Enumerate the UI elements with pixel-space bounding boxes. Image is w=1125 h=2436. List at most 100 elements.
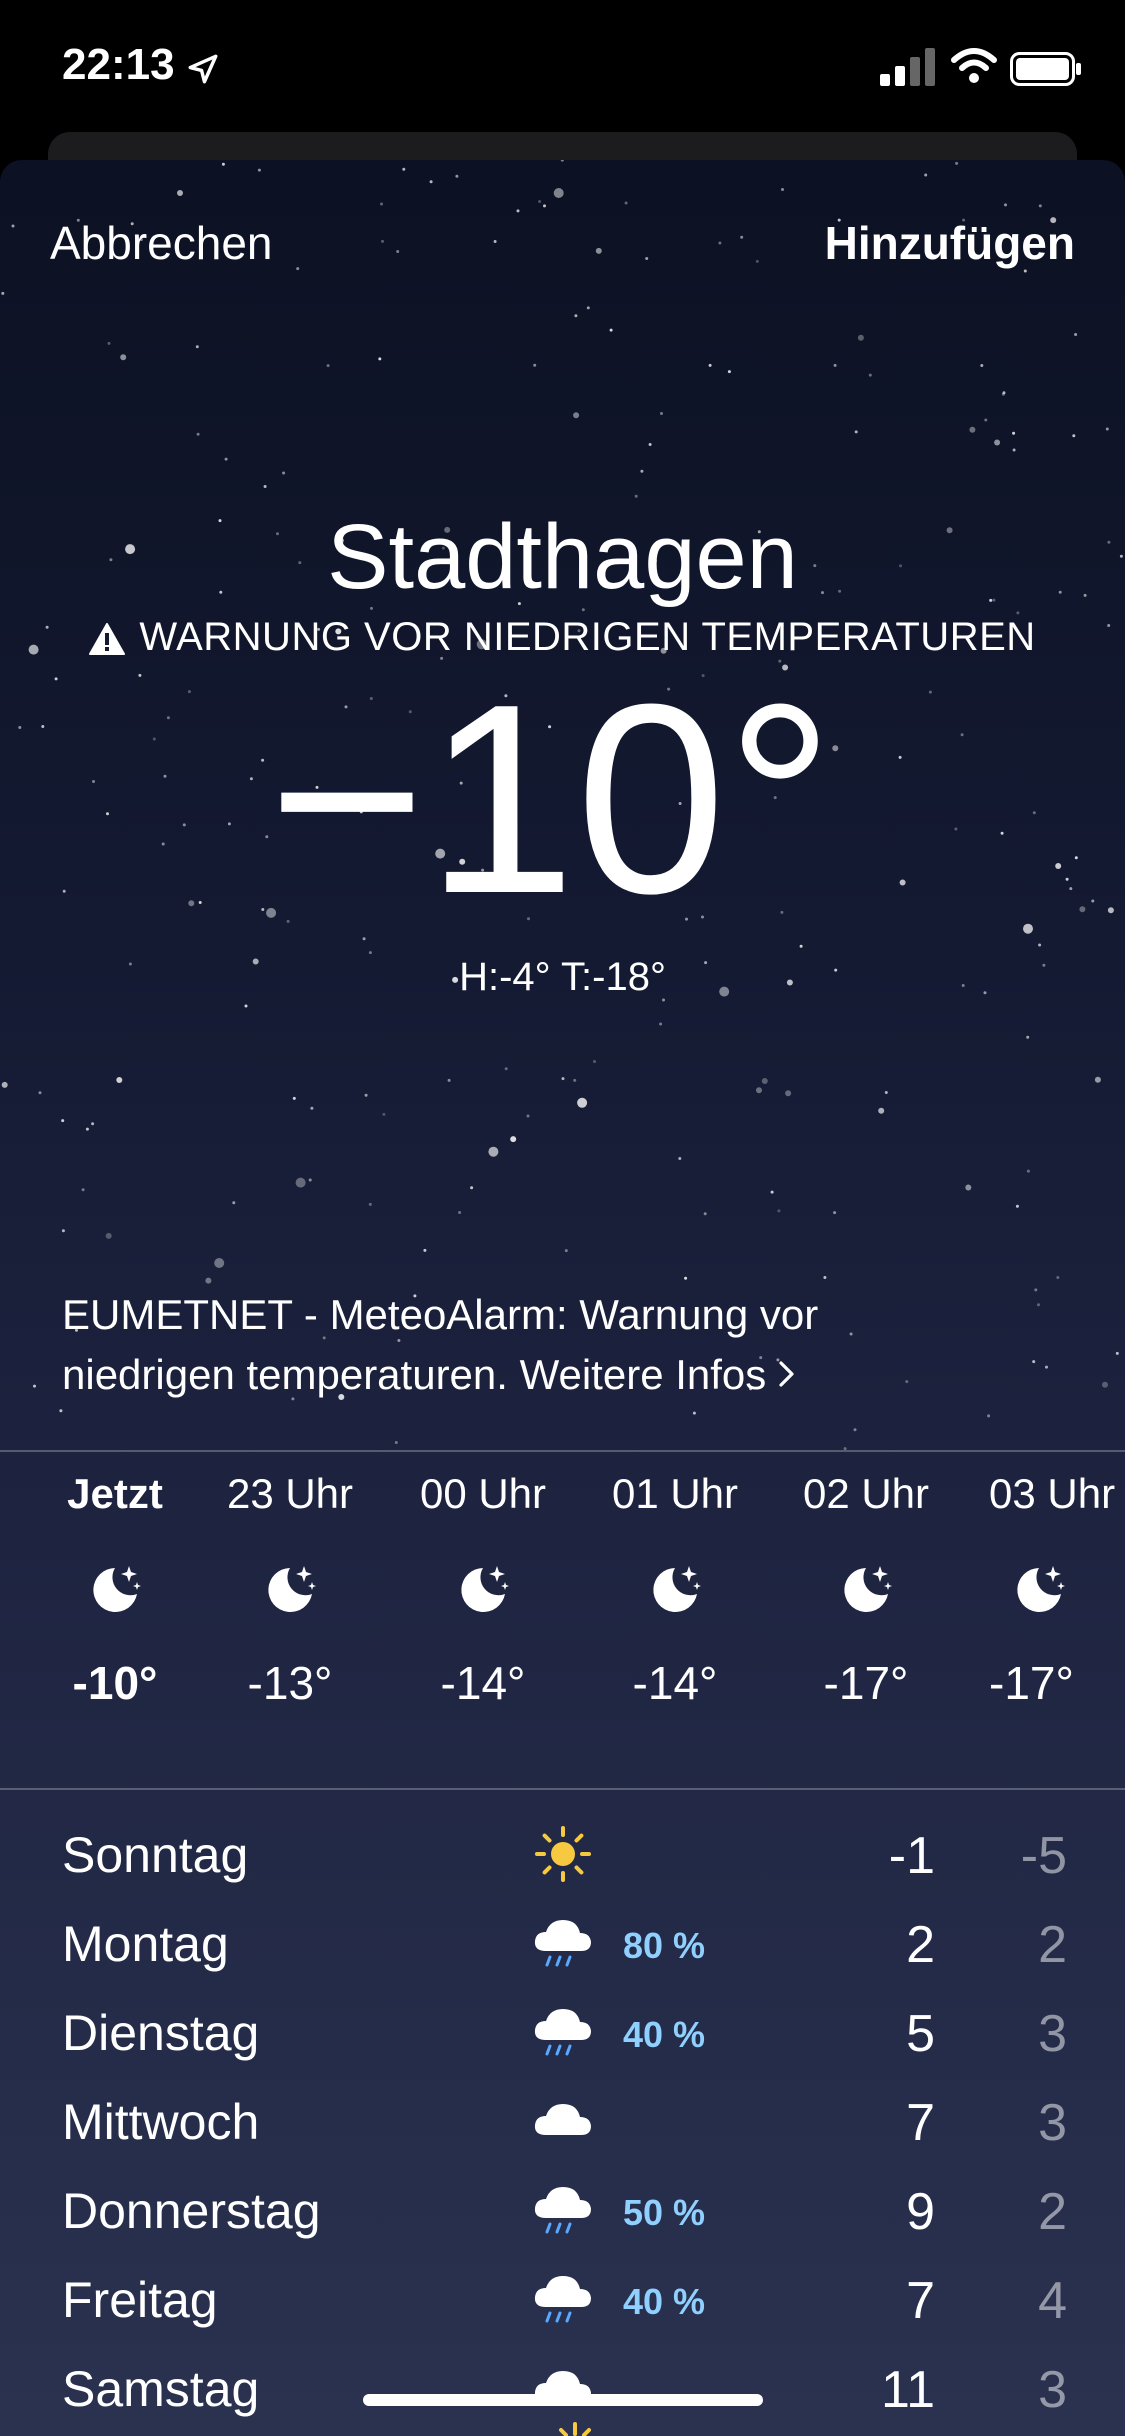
star <box>85 1127 89 1131</box>
star <box>196 432 200 436</box>
star <box>11 224 15 228</box>
star <box>81 1188 85 1192</box>
star <box>423 1248 427 1252</box>
star <box>678 1157 682 1160</box>
star <box>640 469 644 473</box>
star <box>924 173 928 177</box>
star <box>708 363 712 367</box>
hour-item: Jetzt -10° <box>20 1470 210 1710</box>
star <box>195 345 199 349</box>
add-button[interactable]: Hinzufügen <box>825 216 1075 270</box>
star <box>61 1119 65 1123</box>
star <box>61 1229 65 1233</box>
star <box>561 1077 565 1081</box>
moon-stars-icon <box>268 1566 316 1612</box>
star <box>878 1107 885 1114</box>
star <box>624 201 628 205</box>
low-temp: 3 <box>1038 2005 1067 2063</box>
star <box>577 1097 588 1108</box>
star <box>954 827 958 831</box>
star <box>1032 811 1036 815</box>
star <box>1079 906 1086 913</box>
cancel-button[interactable]: Abbrechen <box>50 216 273 270</box>
star <box>692 1411 696 1415</box>
star <box>755 259 759 263</box>
hour-temp: -17° <box>989 1657 1074 1709</box>
home-indicator[interactable] <box>363 2394 763 2406</box>
star <box>458 1211 462 1214</box>
star <box>1105 427 1109 431</box>
star <box>984 418 988 422</box>
star <box>1000 831 1004 835</box>
day-name: Samstag <box>62 2361 260 2417</box>
star <box>292 1096 296 1100</box>
star <box>853 1428 857 1432</box>
divider <box>0 1450 1125 1452</box>
star <box>770 1190 774 1194</box>
hour-item: 23 Uhr -13° <box>195 1470 385 1710</box>
low-temp: 2 <box>1038 2183 1067 2241</box>
star <box>263 485 267 488</box>
star <box>1091 899 1095 903</box>
low-temp: 3 <box>1038 2361 1067 2419</box>
star <box>718 241 722 245</box>
star <box>868 373 872 377</box>
star <box>1004 203 1007 207</box>
star <box>1016 611 1020 615</box>
hour-item: 00 Uhr -14° <box>388 1470 578 1710</box>
hour-label: 00 Uhr <box>419 1470 547 1517</box>
star <box>187 690 191 694</box>
moon-stars-icon <box>461 1566 509 1612</box>
daily-row: Dienstag 40 % 5 3 <box>0 1990 1125 2078</box>
star <box>232 1201 236 1205</box>
star <box>1015 1204 1019 1208</box>
star <box>59 1409 63 1413</box>
star <box>854 430 858 434</box>
status-time: 22:13 <box>62 40 175 89</box>
hour-temp: -17° <box>823 1657 909 1709</box>
star <box>381 239 384 243</box>
star <box>152 737 156 741</box>
star <box>120 354 127 361</box>
star <box>1 1081 8 1088</box>
star <box>645 257 649 260</box>
weather-alert-link[interactable]: EUMETNET - MeteoAlarm: Warnung vor niedr… <box>62 1285 962 1405</box>
daily-row: Samstag 11 3 <box>0 2346 1125 2434</box>
star <box>785 1090 792 1097</box>
star <box>261 908 265 911</box>
star <box>1 291 5 295</box>
star <box>1056 1276 1060 1279</box>
day-name: Donnerstag <box>62 2183 321 2239</box>
cloud-icon <box>534 2371 591 2402</box>
hour-label: 01 Uhr <box>611 1470 739 1517</box>
moon-stars-icon <box>844 1566 892 1612</box>
wifi-icon <box>951 48 997 83</box>
star <box>310 1106 314 1110</box>
star <box>884 1091 888 1094</box>
star <box>282 471 286 475</box>
star <box>761 1078 768 1084</box>
low-temp: 3 <box>1038 2094 1067 2152</box>
star <box>987 1414 991 1418</box>
low-temp: 4 <box>1038 2272 1067 2330</box>
cloud-rain-icon <box>534 1920 591 1967</box>
star <box>296 267 300 271</box>
star <box>560 160 564 162</box>
day-name: Freitag <box>62 2272 218 2328</box>
moon-stars-icon <box>653 1566 701 1612</box>
city-name: Stadthagen <box>327 506 798 608</box>
star <box>116 1077 123 1083</box>
star <box>857 334 864 341</box>
high-temp: 7 <box>906 2094 935 2152</box>
star <box>41 725 45 728</box>
star <box>1034 1288 1038 1292</box>
precipitation-probability: 40 % <box>623 2014 706 2055</box>
hour-temp: -14° <box>632 1657 718 1709</box>
star <box>107 341 111 345</box>
daily-row: Donnerstag 50 % 9 2 <box>0 2168 1125 2256</box>
hour-item: 03 Uhr -17° <box>963 1470 1125 1710</box>
star <box>609 328 613 332</box>
star <box>163 774 167 778</box>
star <box>1002 391 1006 395</box>
hour-temp: -14° <box>440 1657 526 1709</box>
